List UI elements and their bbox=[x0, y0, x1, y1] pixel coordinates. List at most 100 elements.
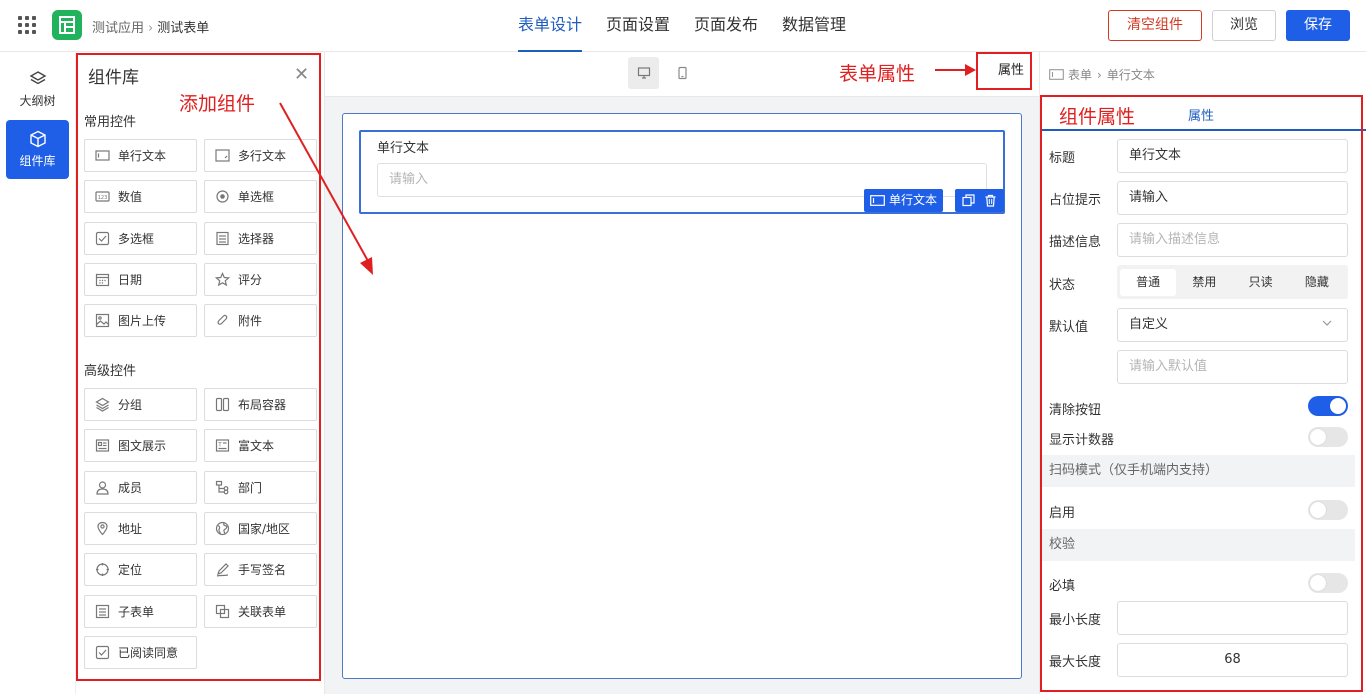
component-common-0[interactable]: 单行文本 bbox=[84, 139, 197, 172]
image-icon bbox=[95, 314, 110, 328]
clear-components-button[interactable]: 清空组件 bbox=[1108, 10, 1202, 41]
counter-label: 显示计数器 bbox=[1049, 433, 1115, 448]
rail-item-components[interactable]: 组件库 bbox=[6, 120, 69, 179]
columns-icon bbox=[215, 397, 230, 412]
form-attributes-button[interactable]: 属性 bbox=[976, 52, 1032, 90]
state-readonly[interactable]: 只读 bbox=[1233, 269, 1289, 296]
component-advanced-10[interactable]: 子表单 bbox=[84, 594, 197, 628]
close-icon[interactable]: ✕ bbox=[294, 64, 309, 85]
globe-icon bbox=[215, 521, 230, 535]
component-advanced-7[interactable]: 国家/地区 bbox=[204, 511, 317, 545]
component-common-6[interactable]: 日期 bbox=[84, 262, 197, 296]
app-logo-icon bbox=[52, 10, 82, 40]
field-actions bbox=[955, 189, 1004, 212]
description-label: 描述信息 bbox=[1049, 235, 1102, 250]
component-common-9[interactable]: 附件 bbox=[204, 304, 317, 338]
desktop-icon bbox=[637, 67, 650, 79]
preview-button[interactable]: 浏览 bbox=[1212, 10, 1276, 41]
component-advanced-3[interactable]: T 富文本 bbox=[204, 429, 317, 463]
validation-group: 校验 bbox=[1040, 529, 1355, 561]
mobile-view-button[interactable] bbox=[666, 57, 697, 89]
max-length-input[interactable]: 68 bbox=[1117, 643, 1348, 677]
enable-toggle[interactable] bbox=[1308, 500, 1348, 520]
state-normal[interactable]: 普通 bbox=[1120, 268, 1177, 296]
max-length-label: 最大长度 bbox=[1049, 655, 1102, 670]
form-icon bbox=[1049, 69, 1064, 80]
tab-data-management[interactable]: 数据管理 bbox=[782, 0, 846, 52]
component-label: 国家/地区 bbox=[238, 521, 291, 536]
breadcrumb-app[interactable]: 测试应用 bbox=[92, 21, 144, 36]
component-label: 选择器 bbox=[238, 231, 275, 246]
radio-icon bbox=[216, 190, 229, 203]
component-label: 地址 bbox=[118, 521, 143, 536]
copy-icon[interactable] bbox=[962, 194, 975, 207]
min-length-input[interactable] bbox=[1117, 601, 1348, 635]
component-advanced-1[interactable]: 布局容器 bbox=[204, 388, 317, 421]
trash-icon[interactable] bbox=[984, 194, 997, 207]
placeholder-input[interactable]: 请输入 bbox=[1117, 181, 1348, 215]
component-advanced-12[interactable]: 已阅读同意 bbox=[84, 635, 197, 669]
description-input[interactable]: 请输入描述信息 bbox=[1117, 223, 1348, 257]
svg-text:123: 123 bbox=[98, 195, 108, 201]
field-label: 单行文本 bbox=[377, 141, 430, 156]
props-crumb-form[interactable]: 表单 bbox=[1068, 66, 1092, 83]
arrow-right-annotation bbox=[935, 64, 976, 76]
default-value-input[interactable]: 请输入默认值 bbox=[1117, 350, 1348, 384]
cube-icon bbox=[29, 130, 46, 148]
default-mode-select[interactable]: 自定义 bbox=[1117, 308, 1348, 342]
clear-button-toggle[interactable] bbox=[1308, 396, 1348, 416]
component-advanced-5[interactable]: 部门 bbox=[204, 470, 317, 504]
chevron-right-icon: › bbox=[148, 21, 154, 36]
media-icon bbox=[95, 439, 110, 452]
rail-item-outline[interactable]: 大纲树 bbox=[6, 60, 69, 119]
required-toggle[interactable] bbox=[1308, 573, 1348, 593]
number-icon: 123 bbox=[95, 191, 110, 202]
state-disabled[interactable]: 禁用 bbox=[1176, 269, 1232, 296]
tab-underline bbox=[1040, 129, 1366, 131]
component-common-2[interactable]: 123 数值 bbox=[84, 180, 197, 214]
section-common: 常用控件 bbox=[84, 115, 137, 130]
component-label: 手写签名 bbox=[238, 563, 287, 578]
state-hidden[interactable]: 隐藏 bbox=[1289, 269, 1345, 296]
tree-icon bbox=[215, 480, 229, 494]
component-label: 附件 bbox=[238, 314, 263, 329]
svg-text:T: T bbox=[217, 442, 222, 449]
component-advanced-9[interactable]: 手写签名 bbox=[204, 553, 317, 587]
desktop-view-button[interactable] bbox=[628, 57, 659, 89]
component-label: 日期 bbox=[118, 272, 143, 287]
component-advanced-6[interactable]: 地址 bbox=[84, 511, 197, 545]
annotation-add-component: 添加组件 bbox=[179, 93, 256, 115]
props-crumb-field: 单行文本 bbox=[1106, 68, 1155, 82]
paperclip-icon bbox=[217, 314, 228, 326]
main-tabs: 表单设计 页面设置 页面发布 数据管理 bbox=[518, 0, 870, 52]
component-advanced-8[interactable]: 定位 bbox=[84, 553, 197, 587]
props-breadcrumb: 表单 › 单行文本 bbox=[1049, 66, 1155, 83]
field-type-tag[interactable]: 单行文本 bbox=[864, 189, 943, 212]
counter-toggle[interactable] bbox=[1308, 427, 1348, 447]
rail-item-label: 大纲树 bbox=[19, 94, 56, 108]
tab-page-settings[interactable]: 页面设置 bbox=[606, 0, 670, 52]
component-label: 部门 bbox=[238, 480, 263, 495]
tab-form-design[interactable]: 表单设计 bbox=[518, 0, 583, 52]
component-advanced-2[interactable]: 图文展示 bbox=[84, 429, 197, 463]
state-segmented: 普通 禁用 只读 隐藏 bbox=[1117, 265, 1348, 299]
tab-properties[interactable]: 属性 bbox=[1188, 105, 1214, 124]
component-common-8[interactable]: 图片上传 bbox=[84, 304, 197, 338]
checkbox-icon bbox=[95, 231, 110, 245]
save-button[interactable]: 保存 bbox=[1286, 10, 1350, 41]
component-label: 图片上传 bbox=[118, 314, 167, 329]
app-grid-icon[interactable] bbox=[18, 16, 36, 34]
tab-page-publish[interactable]: 页面发布 bbox=[694, 0, 758, 52]
component-common-4[interactable]: 多选框 bbox=[84, 221, 197, 255]
component-advanced-0[interactable]: 分组 bbox=[84, 388, 197, 421]
default-label: 默认值 bbox=[1049, 320, 1089, 335]
field-tag-label: 单行文本 bbox=[889, 193, 938, 207]
crosshair-icon bbox=[96, 563, 109, 577]
title-input[interactable]: 单行文本 bbox=[1117, 139, 1348, 173]
component-advanced-11[interactable]: 关联表单 bbox=[204, 594, 317, 628]
placeholder-label: 占位提示 bbox=[1049, 193, 1102, 208]
component-advanced-4[interactable]: 成员 bbox=[84, 470, 197, 504]
component-label: 多选框 bbox=[118, 231, 155, 246]
scan-mode-group: 扫码模式（仅手机端内支持） bbox=[1040, 455, 1355, 487]
component-label: 分组 bbox=[118, 398, 143, 412]
